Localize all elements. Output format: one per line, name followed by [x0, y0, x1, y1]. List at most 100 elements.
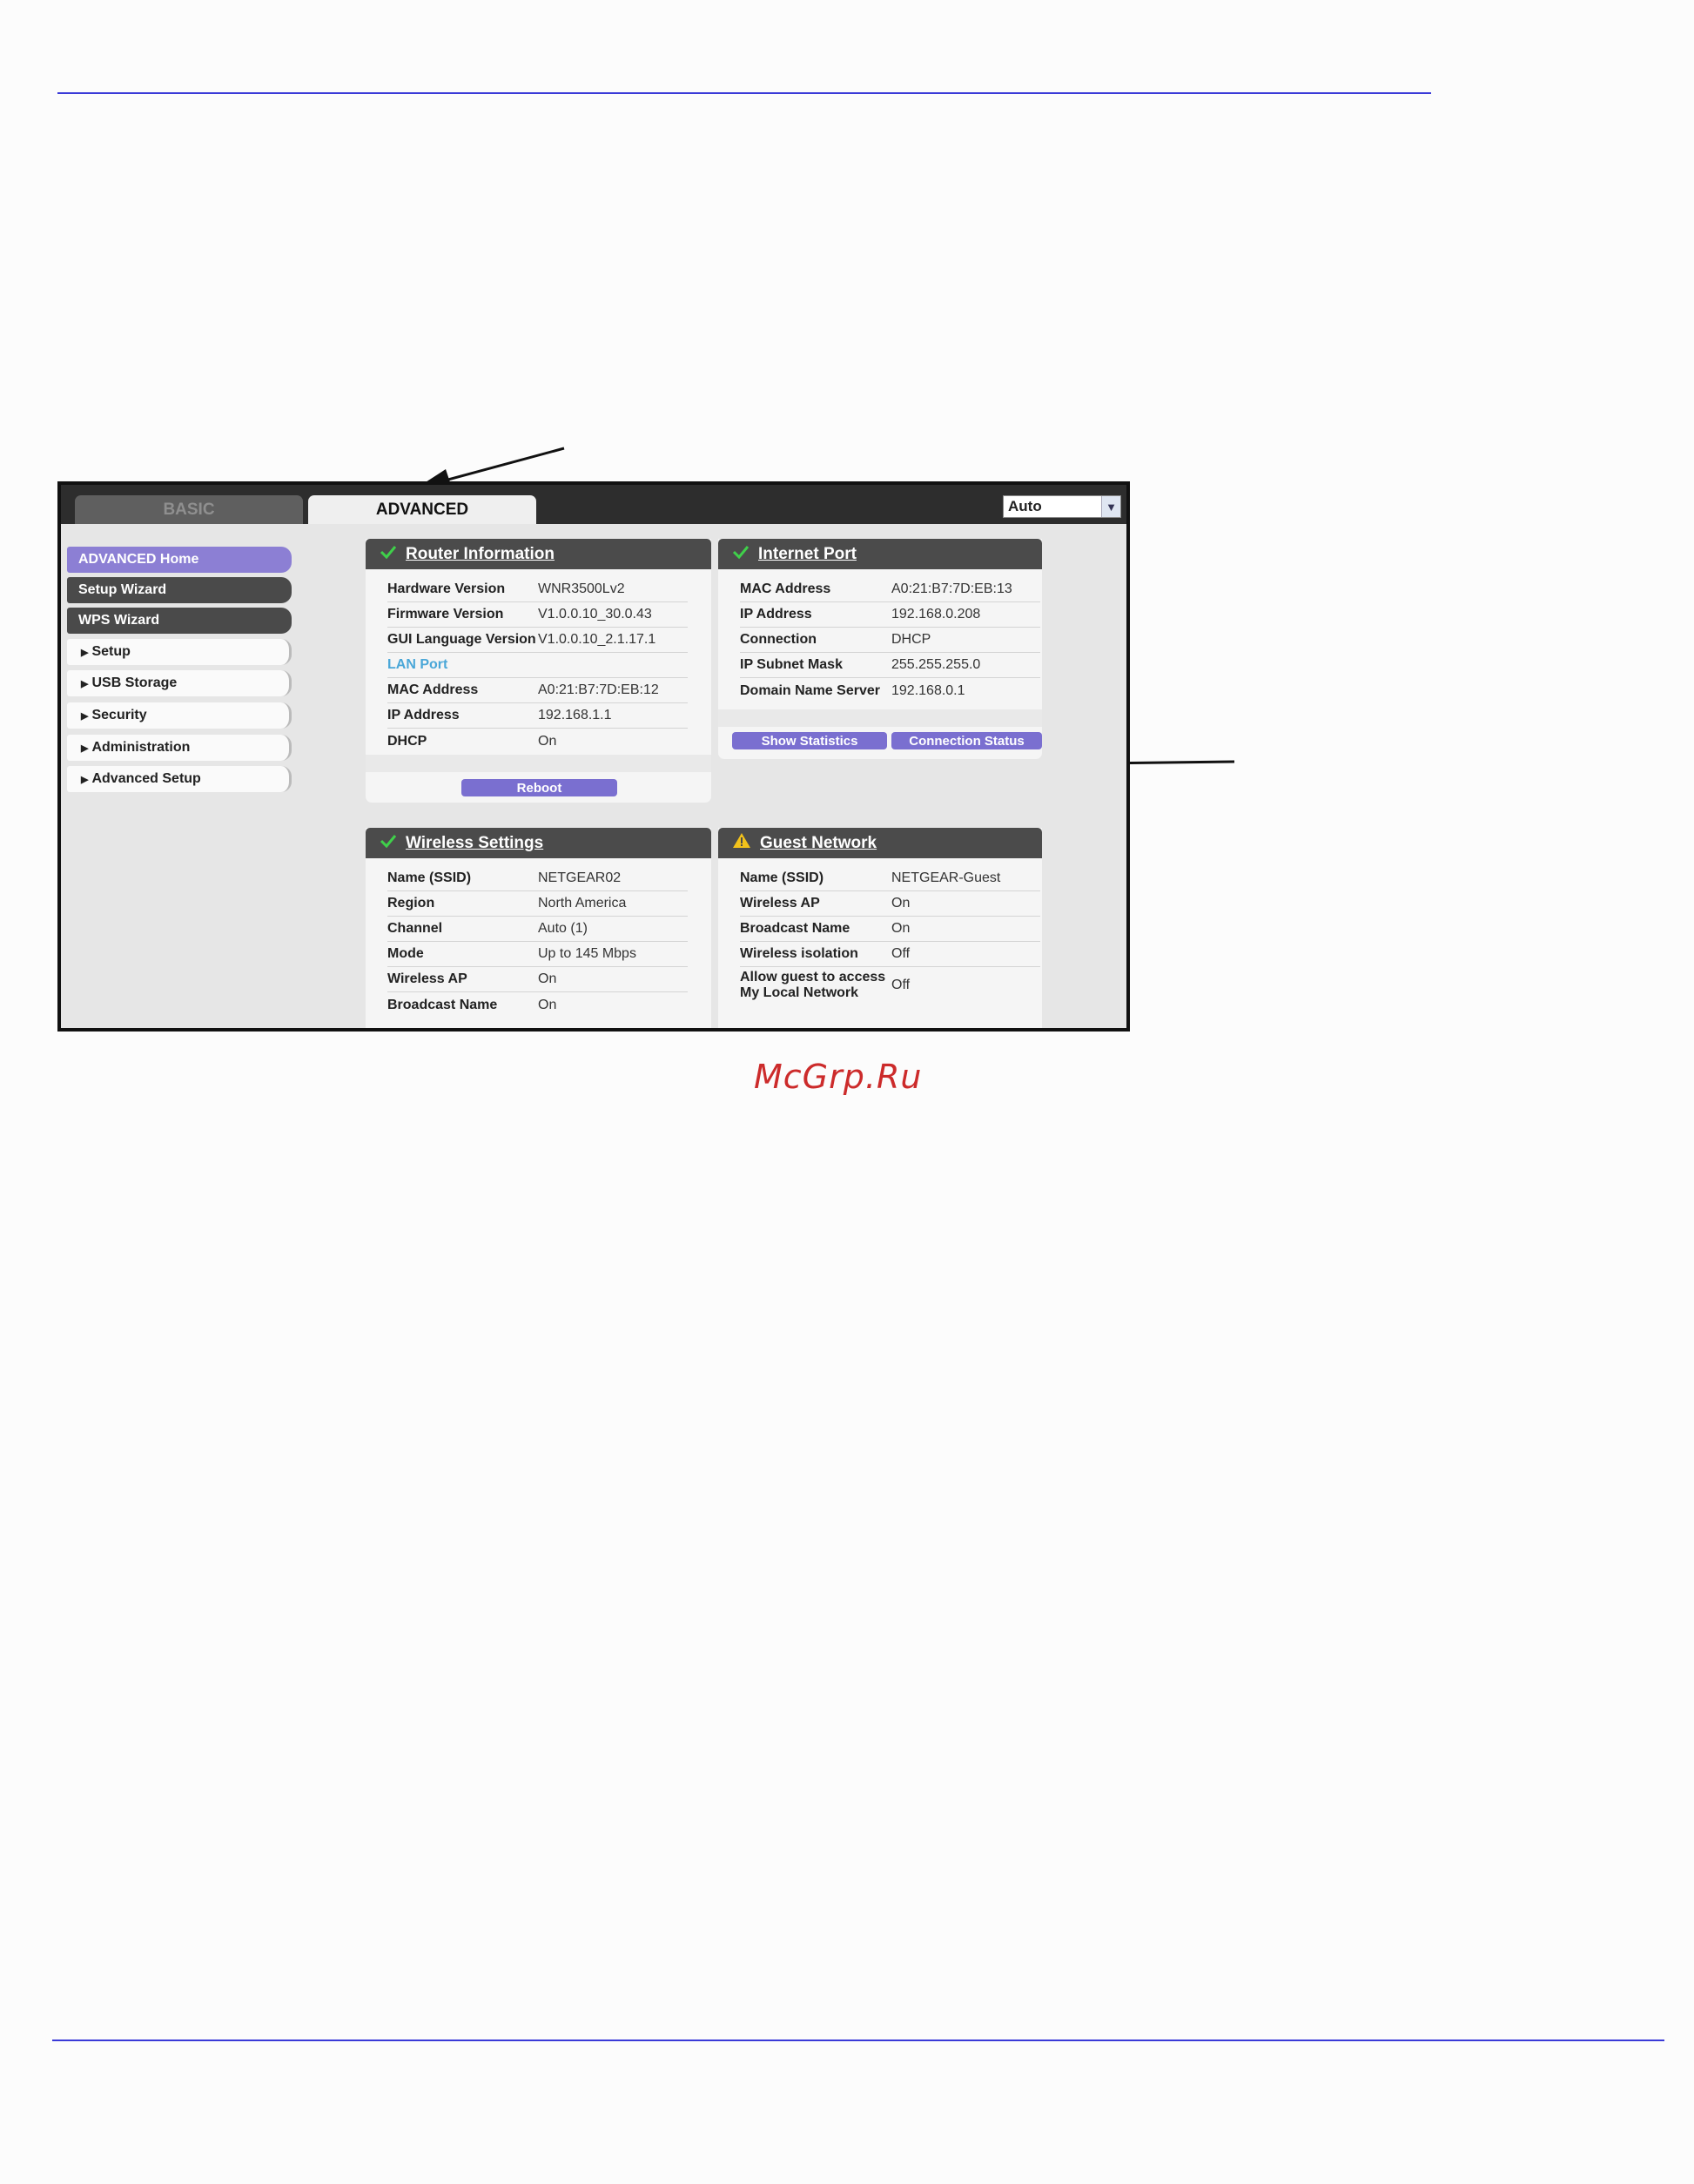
- row-label: Mode: [387, 946, 424, 961]
- check-icon: [380, 544, 397, 565]
- guest-network-title[interactable]: Guest Network: [760, 834, 877, 853]
- row-value: WNR3500Lv2: [538, 581, 625, 596]
- row-value: NETGEAR-Guest: [891, 870, 1001, 885]
- row-value: On: [538, 971, 557, 986]
- row-value: 192.168.1.1: [538, 708, 612, 722]
- info-row: GUI Language Version V1.0.0.10_2.1.17.1: [387, 628, 688, 653]
- triangle-right-icon: ▶: [81, 647, 89, 658]
- wireless-settings-header: Wireless Settings: [366, 828, 711, 858]
- row-label: Firmware Version: [387, 607, 504, 622]
- row-value: V1.0.0.10_2.1.17.1: [538, 632, 656, 647]
- info-row: Broadcast Name On: [387, 992, 688, 1018]
- sidebar-item-label: USB Storage: [91, 675, 178, 690]
- row-value: Off: [891, 946, 911, 961]
- row-label: Wireless AP: [387, 971, 467, 986]
- sidebar-item-label: Security: [91, 708, 147, 722]
- row-label: Domain Name Server: [740, 682, 880, 698]
- check-icon: [732, 544, 750, 565]
- row-label: Wireless isolation: [740, 946, 858, 961]
- chevron-down-icon: ▼: [1101, 496, 1120, 517]
- row-value: 255.255.255.0: [891, 657, 981, 672]
- row-label: IP Subnet Mask: [740, 657, 843, 672]
- check-icon: [380, 833, 397, 854]
- row-label: IP Address: [740, 607, 812, 622]
- sidebar-item-label: ADVANCED Home: [78, 552, 199, 567]
- warning-icon: [732, 832, 751, 854]
- router-information-header: Router Information: [366, 539, 711, 569]
- router-admin-screenshot: BASIC ADVANCED Auto ▼ ADVANCED Home Setu…: [57, 481, 1130, 1032]
- row-value: V1.0.0.10_30.0.43: [538, 607, 652, 622]
- show-statistics-button[interactable]: Show Statistics: [732, 732, 887, 749]
- sidebar-item-advanced-setup[interactable]: ▶ Advanced Setup: [67, 766, 292, 792]
- row-value: Up to 145 Mbps: [538, 946, 636, 961]
- sidebar-item-administration[interactable]: ▶ Administration: [67, 735, 292, 761]
- info-row: IP Subnet Mask 255.255.255.0: [740, 653, 1040, 678]
- guest-network-panel: Guest Network Name (SSID) NETGEAR-Guest …: [718, 828, 1042, 1028]
- info-row: Channel Auto (1): [387, 917, 688, 942]
- tab-basic[interactable]: BASIC: [75, 495, 303, 524]
- info-row: Broadcast Name On: [740, 917, 1040, 942]
- info-row: Connection DHCP: [740, 628, 1040, 653]
- sidebar-item-wps-wizard[interactable]: WPS Wizard: [67, 608, 292, 634]
- sidebar-item-label: Administration: [91, 740, 191, 755]
- info-row: IP Address 192.168.1.1: [387, 703, 688, 729]
- info-row: MAC Address A0:21:B7:7D:EB:13: [740, 577, 1040, 602]
- router-information-title[interactable]: Router Information: [406, 545, 555, 564]
- info-row: DHCP On: [387, 729, 688, 754]
- triangle-right-icon: ▶: [81, 774, 89, 785]
- tab-advanced[interactable]: ADVANCED: [308, 495, 536, 524]
- row-label: MAC Address: [740, 581, 831, 596]
- info-row: Wireless isolation Off: [740, 942, 1040, 967]
- row-label: Region: [387, 896, 435, 911]
- reboot-button[interactable]: Reboot: [461, 779, 617, 796]
- bottom-rule: [52, 2040, 1664, 2041]
- sidebar-item-label: Setup Wizard: [78, 582, 167, 597]
- row-label: Connection: [740, 632, 817, 647]
- info-row: Region North America: [387, 891, 688, 917]
- watermark: McGrp.Ru: [754, 1058, 923, 1096]
- row-label: DHCP: [387, 733, 427, 749]
- language-select[interactable]: Auto ▼: [1003, 495, 1121, 518]
- info-row: IP Address 192.168.0.208: [740, 602, 1040, 628]
- row-label: Allow guest to access My Local Network: [740, 970, 886, 1000]
- sidebar-item-label: Advanced Setup: [91, 771, 201, 786]
- panel-divider: [366, 755, 711, 772]
- lan-port-link[interactable]: LAN Port: [387, 657, 447, 673]
- connection-status-button[interactable]: Connection Status: [891, 732, 1042, 749]
- row-value: 192.168.0.208: [891, 607, 981, 622]
- info-row-lan-port: LAN Port: [387, 653, 688, 678]
- sidebar-item-setup[interactable]: ▶ Setup: [67, 639, 292, 665]
- row-label: Name (SSID): [740, 870, 824, 885]
- triangle-right-icon: ▶: [81, 678, 89, 689]
- row-label: Broadcast Name: [740, 921, 850, 936]
- sidebar-item-setup-wizard[interactable]: Setup Wizard: [67, 577, 292, 603]
- sidebar-item-label: WPS Wizard: [78, 613, 160, 628]
- sidebar-item-security[interactable]: ▶ Security: [67, 702, 292, 729]
- panel-divider: [718, 709, 1042, 727]
- wireless-settings-title[interactable]: Wireless Settings: [406, 834, 543, 853]
- guest-network-header: Guest Network: [718, 828, 1042, 858]
- info-row: Firmware Version V1.0.0.10_30.0.43: [387, 602, 688, 628]
- internet-port-panel: Internet Port MAC Address A0:21:B7:7D:EB…: [718, 539, 1042, 759]
- info-row: Mode Up to 145 Mbps: [387, 942, 688, 967]
- wireless-settings-panel: Wireless Settings Name (SSID) NETGEAR02 …: [366, 828, 711, 1028]
- row-value: NETGEAR02: [538, 870, 622, 885]
- sidebar-item-advanced-home[interactable]: ADVANCED Home: [67, 547, 292, 573]
- info-row: Wireless AP On: [740, 891, 1040, 917]
- internet-port-header: Internet Port: [718, 539, 1042, 569]
- info-row: Allow guest to access My Local Network O…: [740, 967, 1040, 1004]
- sidebar-item-usb-storage[interactable]: ▶ USB Storage: [67, 670, 292, 696]
- row-value: A0:21:B7:7D:EB:13: [891, 581, 1012, 596]
- language-select-value: Auto: [1008, 498, 1042, 514]
- triangle-right-icon: ▶: [81, 710, 89, 722]
- row-value: Off: [891, 978, 911, 992]
- row-value: 192.168.0.1: [891, 682, 965, 698]
- row-value: DHCP: [891, 632, 931, 647]
- info-row: Name (SSID) NETGEAR-Guest: [740, 866, 1040, 891]
- internet-port-title[interactable]: Internet Port: [758, 545, 857, 564]
- row-value: Auto (1): [538, 921, 588, 936]
- info-row: Name (SSID) NETGEAR02: [387, 866, 688, 891]
- top-rule: [57, 92, 1431, 94]
- row-value: A0:21:B7:7D:EB:12: [538, 682, 659, 697]
- row-value: On: [538, 733, 557, 749]
